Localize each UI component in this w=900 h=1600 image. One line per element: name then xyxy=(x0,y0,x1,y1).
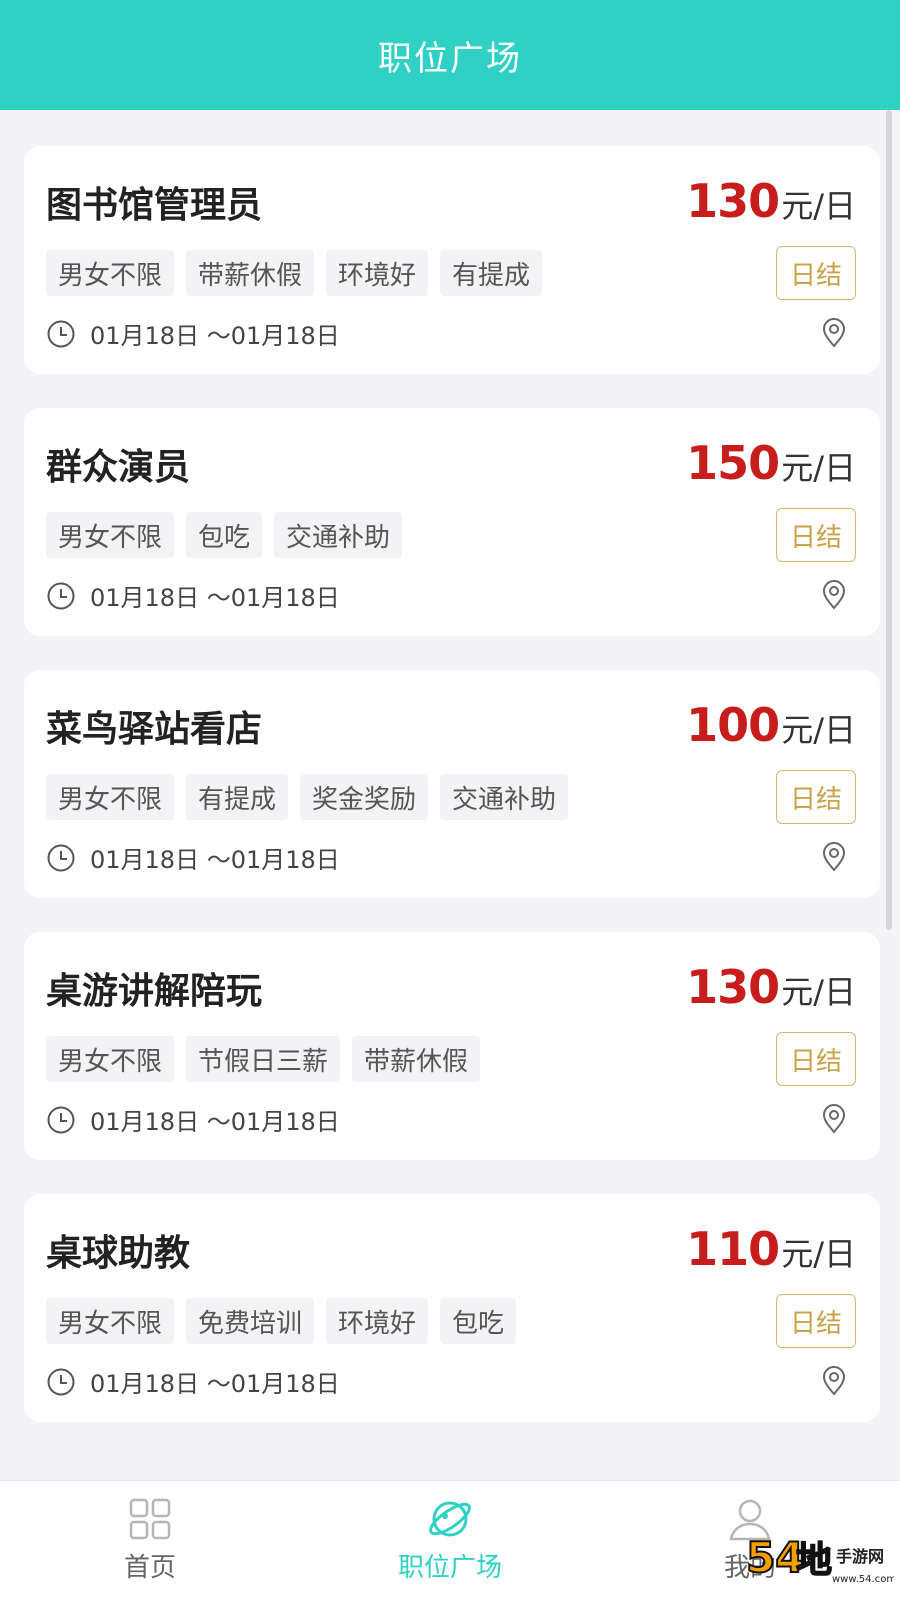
location-pin-icon[interactable] xyxy=(820,578,848,610)
job-title: 桌球助教 xyxy=(46,1233,191,1274)
tag-list: 男女不限 包吃 交通补助 xyxy=(46,512,403,558)
clock-icon xyxy=(47,844,75,871)
tab-label: 职位广场 xyxy=(397,1553,502,1583)
date-text: 01月18日 ～01月18日 xyxy=(90,584,340,612)
tag: 男女不限 xyxy=(46,1036,175,1082)
tag: 包吃 xyxy=(186,512,263,558)
salary-value: 110 xyxy=(686,1222,780,1276)
tag: 男女不限 xyxy=(46,1298,175,1344)
tag-list: 男女不限 有提成 奖金奖励 交通补助 xyxy=(46,774,569,820)
job-title: 群众演员 xyxy=(46,447,191,488)
clock-icon xyxy=(47,582,75,609)
salary-value: 150 xyxy=(686,436,780,490)
salary-unit: 元/日 xyxy=(781,449,856,487)
location-pin-icon[interactable] xyxy=(820,316,848,348)
site-watermark-logo: 54 地 手游网 www.54.com.cn xyxy=(745,1532,894,1585)
job-card[interactable]: 菜鸟驿站看店 100 元/日 男女不限 有提成 奖金奖励 交通补助 日结 01月… xyxy=(24,670,880,898)
date-range: 01月18日 ～01月18日 xyxy=(46,1102,340,1137)
job-title: 图书馆管理员 xyxy=(46,185,263,226)
tag: 男女不限 xyxy=(46,250,175,296)
salary: 110 元/日 xyxy=(686,1222,856,1276)
tag: 男女不限 xyxy=(46,774,175,820)
salary: 150 元/日 xyxy=(686,436,856,490)
svg-text:www.54.com.cn: www.54.com.cn xyxy=(832,1574,894,1585)
clock-icon xyxy=(47,1368,75,1395)
salary-unit: 元/日 xyxy=(781,1235,856,1273)
settlement-badge: 日结 xyxy=(776,770,856,824)
tag: 环境好 xyxy=(326,250,429,296)
date-text: 01月18日 ～01月18日 xyxy=(90,1370,340,1398)
tag: 节假日三薪 xyxy=(186,1036,341,1082)
tag: 带薪休假 xyxy=(352,1036,481,1082)
location-pin-icon[interactable] xyxy=(820,1364,848,1396)
tag: 免费培训 xyxy=(186,1298,315,1344)
salary-unit: 元/日 xyxy=(781,711,856,749)
job-title: 菜鸟驿站看店 xyxy=(46,709,263,750)
tag: 交通补助 xyxy=(274,512,403,558)
tag: 有提成 xyxy=(186,774,289,820)
tag: 奖金奖励 xyxy=(300,774,429,820)
salary-value: 130 xyxy=(686,174,780,228)
date-text: 01月18日 ～01月18日 xyxy=(90,1108,340,1136)
settlement-badge: 日结 xyxy=(776,1032,856,1086)
salary-value: 100 xyxy=(686,698,780,752)
salary: 130 元/日 xyxy=(686,174,856,228)
svg-text:手游网: 手游网 xyxy=(836,1547,884,1566)
job-card[interactable]: 群众演员 150 元/日 男女不限 包吃 交通补助 日结 01月18日 ～01月… xyxy=(24,408,880,636)
tag: 带薪休假 xyxy=(186,250,315,296)
job-card[interactable]: 图书馆管理员 130 元/日 男女不限 带薪休假 环境好 有提成 日结 01月1… xyxy=(24,146,880,374)
planet-icon xyxy=(429,1501,471,1537)
date-range: 01月18日 ～01月18日 xyxy=(46,840,340,875)
settlement-badge: 日结 xyxy=(776,508,856,562)
date-range: 01月18日 ～01月18日 xyxy=(46,316,340,351)
tag-list: 男女不限 节假日三薪 带薪休假 xyxy=(46,1036,481,1082)
tag: 包吃 xyxy=(440,1298,517,1344)
clock-icon xyxy=(47,320,75,347)
tab-job-square[interactable]: 职位广场 xyxy=(300,1481,600,1600)
grid-icon xyxy=(129,1498,171,1540)
location-pin-icon[interactable] xyxy=(820,1102,848,1134)
date-text: 01月18日 ～01月18日 xyxy=(90,322,340,350)
settlement-badge: 日结 xyxy=(776,1294,856,1348)
tab-label: 首页 xyxy=(123,1553,176,1583)
settlement-badge: 日结 xyxy=(776,246,856,300)
page-title: 职位广场 xyxy=(378,38,522,79)
salary-unit: 元/日 xyxy=(781,187,856,225)
salary: 100 元/日 xyxy=(686,698,856,752)
scrollbar[interactable] xyxy=(886,110,892,930)
job-card[interactable]: 桌球助教 110 元/日 男女不限 免费培训 环境好 包吃 日结 01月18日 … xyxy=(24,1194,880,1422)
job-title: 桌游讲解陪玩 xyxy=(46,971,263,1012)
tag: 有提成 xyxy=(440,250,543,296)
svg-text:地: 地 xyxy=(796,1540,832,1581)
tab-home[interactable]: 首页 xyxy=(0,1481,300,1600)
date-range: 01月18日 ～01月18日 xyxy=(46,1364,340,1399)
job-card[interactable]: 桌游讲解陪玩 130 元/日 男女不限 节假日三薪 带薪休假 日结 01月18日… xyxy=(24,932,880,1160)
app-header: 职位广场 xyxy=(0,0,900,110)
location-pin-icon[interactable] xyxy=(820,840,848,872)
clock-icon xyxy=(47,1106,75,1133)
salary: 130 元/日 xyxy=(686,960,856,1014)
tag: 男女不限 xyxy=(46,512,175,558)
tag: 环境好 xyxy=(326,1298,429,1344)
date-range: 01月18日 ～01月18日 xyxy=(46,578,340,613)
tag-list: 男女不限 免费培训 环境好 包吃 xyxy=(46,1298,517,1344)
tag-list: 男女不限 带薪休假 环境好 有提成 xyxy=(46,250,543,296)
salary-unit: 元/日 xyxy=(781,973,856,1011)
job-list[interactable]: 图书馆管理员 130 元/日 男女不限 带薪休假 环境好 有提成 日结 01月1… xyxy=(0,110,900,1480)
tag: 交通补助 xyxy=(440,774,569,820)
salary-value: 130 xyxy=(686,960,780,1014)
date-text: 01月18日 ～01月18日 xyxy=(90,846,340,874)
